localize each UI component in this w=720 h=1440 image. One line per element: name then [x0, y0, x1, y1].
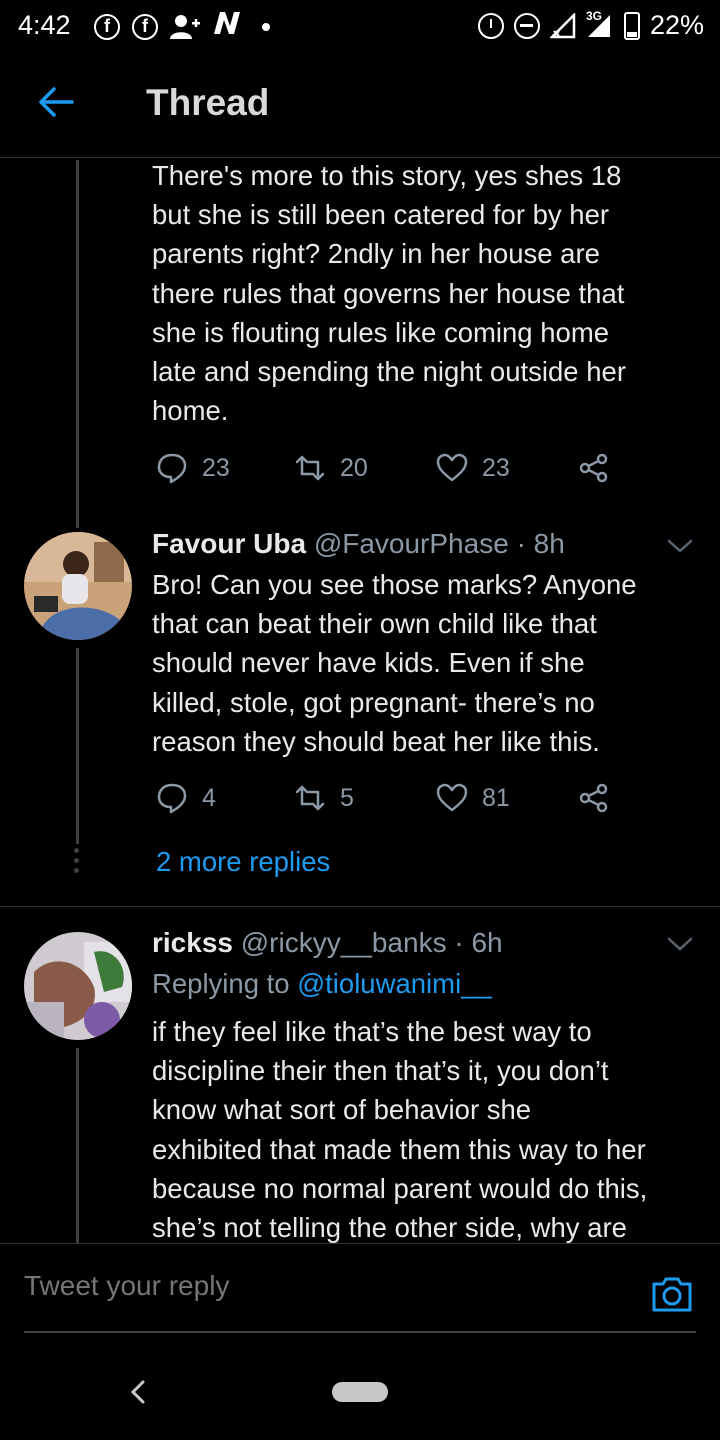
thread-dots [74, 848, 80, 878]
system-icons: 3G 22% [477, 9, 704, 41]
chevron-down-icon[interactable] [666, 934, 694, 954]
tweet-text-line: that can beat their own child like that [152, 608, 597, 640]
battery-icon [623, 11, 640, 40]
facebook-icon: f [94, 13, 120, 40]
share-icon [579, 783, 608, 813]
alarm-icon [477, 12, 504, 39]
signal-icon [549, 12, 576, 38]
tweet-text-line: reason they should beat her like this. [152, 725, 600, 757]
retweet-icon [295, 455, 325, 481]
network-label: 3G [585, 8, 602, 23]
reply-icon [157, 453, 187, 484]
meta-separator: · [454, 927, 472, 958]
home-pill[interactable] [332, 1382, 388, 1402]
avatar[interactable] [24, 532, 132, 640]
meta-separator: · [516, 528, 534, 559]
camera-icon[interactable] [650, 1274, 694, 1314]
tweet-text-line: There's more to this story, yes shes 18 [152, 160, 622, 191]
status-time: 4:42 [18, 10, 71, 40]
tweet-text-line: she’s not telling the other side, why ar… [152, 1212, 627, 1244]
signal-3g-icon: 3G [586, 9, 614, 39]
tweet-text-line: there rules that governs her house that [152, 277, 625, 309]
back-arrow-icon[interactable] [36, 82, 76, 122]
do-not-disturb-icon [513, 12, 540, 39]
reply-count: 23 [202, 453, 230, 482]
replying-to-label: Replying to [152, 968, 298, 999]
reply-count: 4 [202, 783, 216, 812]
replying-to: Replying to @tioluwanimi__ [152, 968, 492, 1000]
like-button[interactable]: 23 [436, 452, 510, 484]
retweet-icon [295, 785, 325, 811]
more-replies-link[interactable]: 2 more replies [156, 846, 330, 878]
tweet-text-line: exhibited that made them this way to her [152, 1133, 646, 1165]
retweet-count: 5 [340, 783, 354, 812]
thread-line [76, 1048, 79, 1244]
thread-line [76, 648, 79, 844]
page-title: Thread [146, 82, 270, 123]
share-button[interactable] [578, 452, 610, 484]
tweet-text: Bro! Can you see those marks? Anyone tha… [152, 565, 692, 761]
tweet-text-line: parents right? 2ndly in her house are [152, 238, 600, 270]
more-notifications-dot [262, 22, 270, 31]
like-count: 81 [482, 783, 510, 812]
tweet-text-line: Bro! Can you see those marks? Anyone [152, 569, 637, 600]
replying-to-handle[interactable]: @tioluwanimi__ [297, 968, 492, 999]
retweet-button[interactable]: 5 [294, 782, 354, 814]
status-bar: 4:42 f f 3G 22% [0, 0, 720, 52]
share-icon [579, 453, 608, 483]
battery-percent: 22% [649, 10, 704, 40]
tweet-text-line: discipline their then that’s it, you don… [152, 1055, 609, 1087]
app-header: Thread [0, 52, 720, 158]
like-button[interactable]: 81 [436, 782, 510, 814]
n-icon [212, 10, 242, 43]
retweet-button[interactable]: 20 [294, 452, 368, 484]
tweet-actions: 23 20 23 [156, 452, 626, 488]
tweet-text-line: know what sort of behavior she [152, 1094, 532, 1126]
thread-line [76, 160, 79, 528]
nav-back-icon[interactable] [126, 1378, 150, 1406]
reply-button[interactable]: 4 [156, 782, 216, 814]
divider [0, 906, 720, 907]
reply-underline [24, 1331, 696, 1333]
heart-icon [436, 453, 468, 482]
like-count: 23 [482, 453, 510, 482]
notification-icons: f f [94, 10, 270, 43]
chevron-down-icon[interactable] [666, 536, 694, 556]
tweet-author: rickss @rickyy__banks · 6h [152, 927, 503, 959]
author-handle[interactable]: @FavourPhase [314, 528, 509, 559]
tweet-author: Favour Uba @FavourPhase · 8h [152, 528, 565, 560]
heart-icon [436, 783, 468, 812]
reply-button[interactable]: 23 [156, 452, 230, 484]
reply-input[interactable] [24, 1258, 644, 1314]
retweet-count: 20 [340, 453, 368, 482]
avatar[interactable] [24, 932, 132, 1040]
author-handle[interactable]: @rickyy__banks [241, 927, 447, 958]
author-name[interactable]: rickss [152, 927, 233, 958]
tweet-text: There's more to this story, yes shes 18 … [152, 156, 692, 430]
tweet-text-line: home. [152, 395, 229, 427]
tweet-text: if they feel like that’s the best way to… [152, 1012, 692, 1247]
tweet-text-line: late and spending the night outside her [152, 356, 626, 388]
tweet-text-line: she is flouting rules like coming home [152, 316, 610, 348]
tweet-text-line: because no normal parent would do this, [152, 1172, 648, 1204]
tweet-text-line: if they feel like that’s the best way to [152, 1016, 592, 1047]
share-button[interactable] [578, 782, 610, 814]
tweet-time: 6h [471, 927, 503, 958]
reply-icon [157, 783, 187, 814]
add-person-icon [170, 14, 200, 39]
tweet-text-line: killed, stole, got pregnant- there’s no [152, 686, 595, 718]
author-name[interactable]: Favour Uba [152, 528, 306, 559]
tweet-text-line: but she is still been catered for by her [152, 199, 610, 231]
tweet-time: 8h [533, 528, 565, 559]
tweet-text-line: should never have kids. Even if she [152, 647, 585, 679]
facebook-icon: f [132, 13, 158, 40]
tweet-actions: 4 5 81 [156, 782, 626, 818]
